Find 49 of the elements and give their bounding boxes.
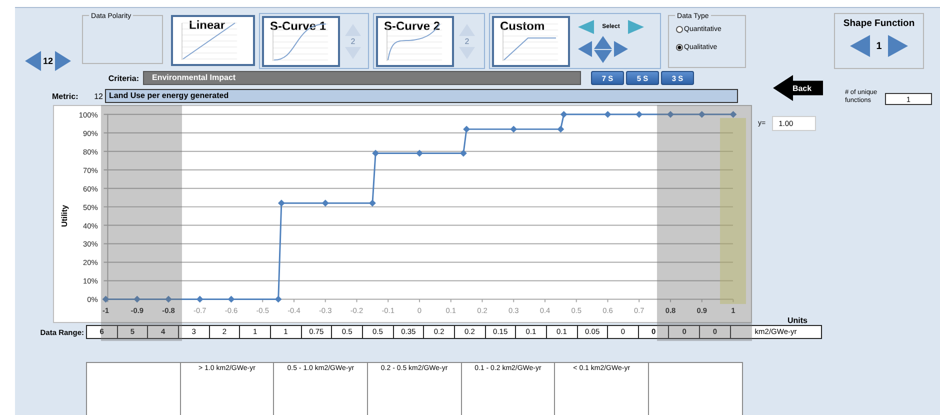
shape-tile[interactable]: Custom <box>492 16 570 66</box>
data-point[interactable] <box>278 200 285 207</box>
shape-tile[interactable]: S-Curve 2 <box>376 16 454 66</box>
function-number: 1 <box>876 40 882 52</box>
data-point[interactable] <box>636 110 643 118</box>
back-button[interactable]: Back <box>773 75 823 101</box>
units-label: Units <box>786 316 808 325</box>
data-point[interactable] <box>228 296 235 303</box>
radio-button[interactable] <box>676 26 684 33</box>
next-arrow-icon[interactable] <box>55 51 72 71</box>
shape-tile[interactable]: S-Curve 1 <box>262 16 340 66</box>
data-point[interactable] <box>560 110 568 118</box>
data-point[interactable] <box>274 296 282 303</box>
data-point[interactable] <box>165 296 172 303</box>
data-point[interactable] <box>460 150 467 157</box>
data-point[interactable] <box>557 126 564 133</box>
down-arrow-icon[interactable] <box>594 50 612 62</box>
metric-field: Land Use per energy generated <box>105 89 738 103</box>
spinner-value: 2 <box>464 36 470 46</box>
data-point[interactable] <box>372 150 380 157</box>
metric-number: 12 <box>93 92 104 100</box>
data-point[interactable] <box>416 150 423 157</box>
right-arrow-icon[interactable] <box>614 41 628 57</box>
criteria-label: Criteria: <box>107 74 140 82</box>
previous-arrow-icon[interactable] <box>578 20 594 34</box>
next-arrow-icon[interactable] <box>888 35 908 57</box>
data-point[interactable] <box>463 126 470 133</box>
previous-arrow-icon[interactable] <box>25 51 41 71</box>
y-axis-title: Utility <box>60 205 70 227</box>
spinner-value: 2 <box>350 36 356 46</box>
data-point[interactable] <box>322 200 329 207</box>
next-arrow-icon[interactable] <box>628 20 644 34</box>
data-point[interactable] <box>604 110 612 118</box>
left-arrow-icon[interactable] <box>578 41 592 57</box>
radio-button[interactable] <box>676 44 684 51</box>
data-point[interactable] <box>196 296 204 303</box>
metric-label: Metric: <box>52 92 80 100</box>
data-point[interactable] <box>698 110 706 118</box>
data-point[interactable] <box>102 296 110 303</box>
criteria-field: Environmental Impact <box>143 71 581 85</box>
panel-title: Shape Function <box>843 18 915 29</box>
record-number: 12 <box>43 56 54 66</box>
up-arrow-icon[interactable] <box>594 36 612 48</box>
shape-tile[interactable]: Linear <box>171 15 256 66</box>
previous-arrow-icon[interactable] <box>850 35 870 57</box>
data-point[interactable] <box>368 200 376 207</box>
data-point[interactable] <box>134 296 141 303</box>
data-point[interactable] <box>667 110 674 118</box>
data-point[interactable] <box>510 126 518 133</box>
